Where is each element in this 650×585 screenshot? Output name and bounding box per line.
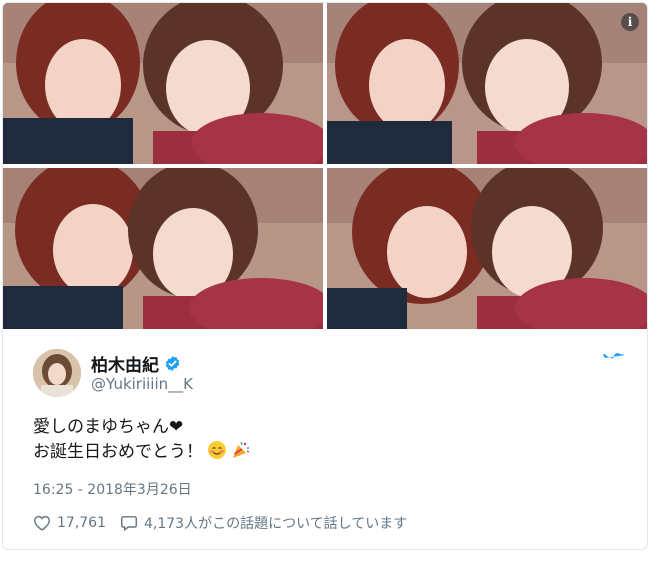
user-handle[interactable]: @Yukiriiiin__K bbox=[91, 375, 193, 393]
photo-2[interactable]: i bbox=[327, 3, 647, 164]
tweet-timestamp[interactable]: 16:25 - 2018年3月26日 bbox=[33, 479, 192, 499]
tweet-text-line-1: 愛しのまゆちゃん❤ bbox=[33, 417, 184, 437]
display-name[interactable]: 柏木由紀 bbox=[91, 351, 181, 376]
reply-action[interactable]: 4,173人がこの話題について話しています bbox=[120, 513, 407, 533]
conversation-count: 4,173人がこの話題について話しています bbox=[144, 516, 408, 532]
tweet-text-line-2: お誕生日おめでとう！ bbox=[33, 440, 251, 465]
like-action[interactable]: 17,761 bbox=[33, 515, 106, 531]
tweet-text: 愛しのまゆちゃん❤ お誕生日おめでとう！ bbox=[33, 415, 251, 465]
tweet-body: 柏木由紀 @Yukiriiiin__K 愛しのまゆちゃん❤ お誕生日おめでとう！ bbox=[3, 329, 647, 549]
tweet-card: i 柏木由紀 @Yukiriiiin__K 愛しのまゆちゃん❤ お誕生日おめでと… bbox=[2, 2, 648, 550]
tweet-actions: 17,761 4,173人がこの話題について話しています bbox=[33, 513, 421, 533]
party-popper-emoji bbox=[233, 441, 250, 458]
twitter-bird-icon[interactable] bbox=[603, 353, 625, 371]
black-heart-glyph: ❤ bbox=[169, 417, 184, 437]
like-count: 17,761 bbox=[57, 515, 106, 531]
photo-2-image bbox=[327, 3, 647, 164]
avatar[interactable] bbox=[33, 349, 81, 397]
photo-3-image bbox=[3, 168, 323, 329]
photo-1-image bbox=[3, 3, 323, 164]
heart-icon bbox=[33, 515, 51, 531]
verified-badge-icon bbox=[165, 356, 180, 371]
photo-grid: i bbox=[3, 3, 647, 329]
avatar-image bbox=[33, 349, 81, 397]
display-name-text: 柏木由紀 bbox=[91, 356, 159, 376]
speech-bubble-icon bbox=[120, 516, 137, 531]
info-icon[interactable]: i bbox=[621, 13, 639, 31]
photo-4-image bbox=[327, 168, 647, 329]
smiling-blushing-face-emoji bbox=[208, 441, 226, 459]
photo-3[interactable] bbox=[3, 168, 323, 329]
photo-4[interactable] bbox=[327, 168, 647, 329]
photo-1[interactable] bbox=[3, 3, 323, 164]
